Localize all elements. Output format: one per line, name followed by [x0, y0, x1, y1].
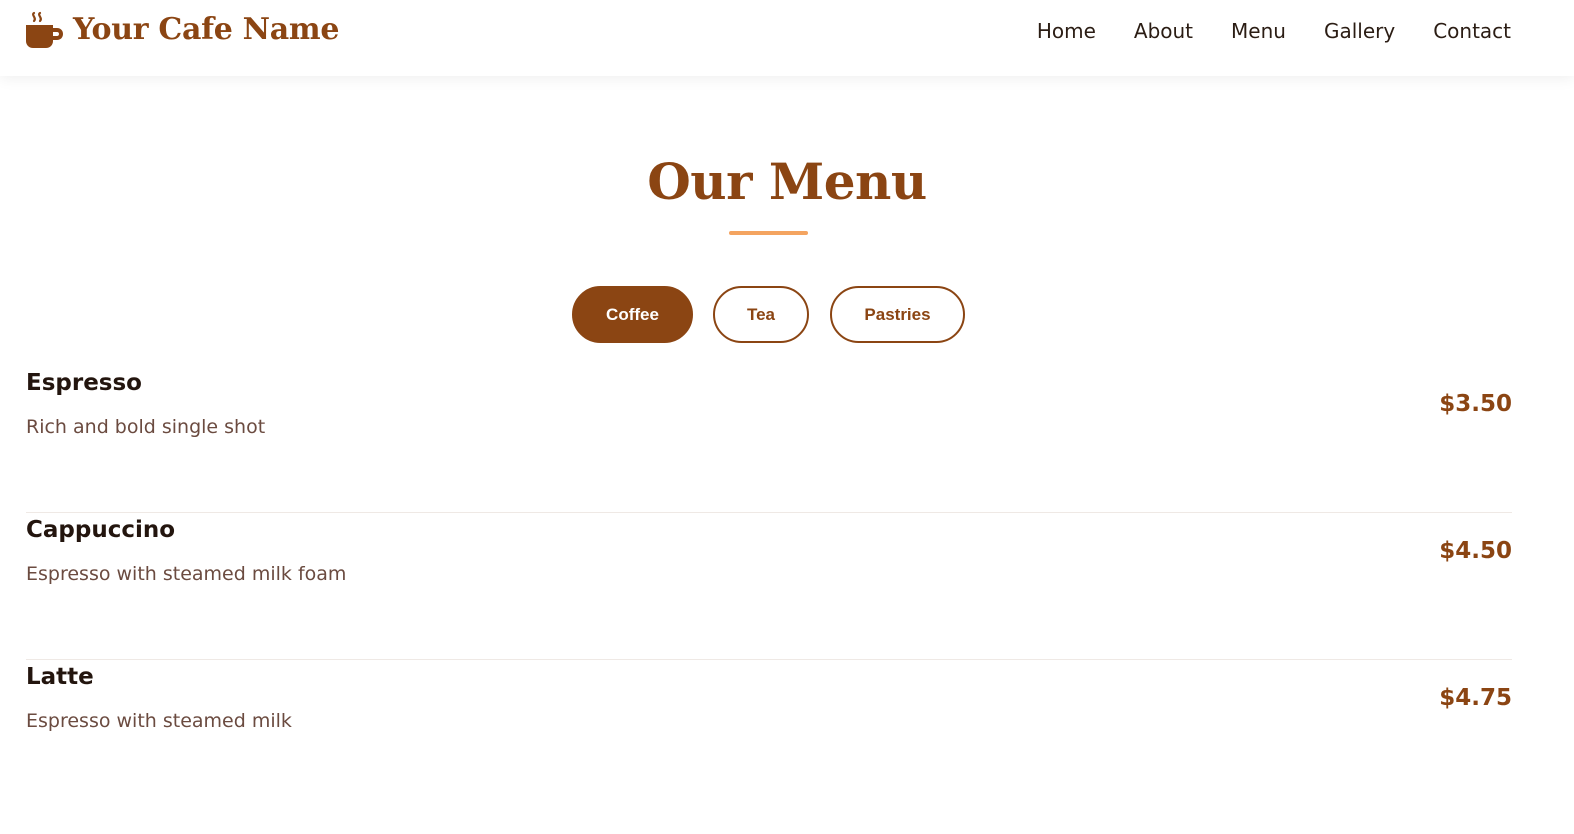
site-header: Your Cafe Name Home About Menu Gallery C…	[0, 0, 1574, 76]
menu-item-description: Espresso with steamed milk	[26, 710, 292, 732]
page-title: Our Menu	[647, 152, 927, 211]
nav-gallery[interactable]: Gallery	[1324, 18, 1395, 44]
nav-menu[interactable]: Menu	[1231, 18, 1286, 44]
nav-about[interactable]: About	[1134, 18, 1193, 44]
tab-tea[interactable]: Tea	[713, 286, 809, 343]
menu-item-price: $4.50	[1439, 538, 1512, 564]
menu-item-name: Espresso	[26, 370, 142, 396]
menu-item-price: $4.75	[1439, 685, 1512, 711]
menu-item-description: Rich and bold single shot	[26, 416, 266, 438]
main-nav: Home About Menu Gallery Contact	[1037, 18, 1511, 44]
menu-item-name: Latte	[26, 664, 94, 690]
menu-item: Cappuccino Espresso with steamed milk fo…	[26, 513, 1512, 660]
menu-item-description: Espresso with steamed milk foam	[26, 563, 347, 585]
menu-item: Latte Espresso with steamed milk $4.75	[26, 660, 1512, 807]
menu-item-price: $3.50	[1439, 391, 1512, 417]
tab-pastries[interactable]: Pastries	[830, 286, 965, 343]
title-underline	[729, 231, 808, 235]
coffee-cup-icon	[25, 10, 65, 50]
nav-home[interactable]: Home	[1037, 18, 1096, 44]
tab-coffee[interactable]: Coffee	[572, 286, 693, 343]
menu-item: Espresso Rich and bold single shot $3.50	[26, 366, 1512, 513]
nav-contact[interactable]: Contact	[1433, 18, 1511, 44]
brand-link[interactable]: Your Cafe Name	[25, 10, 339, 50]
brand-name: Your Cafe Name	[73, 12, 340, 47]
menu-item-name: Cappuccino	[26, 517, 176, 543]
